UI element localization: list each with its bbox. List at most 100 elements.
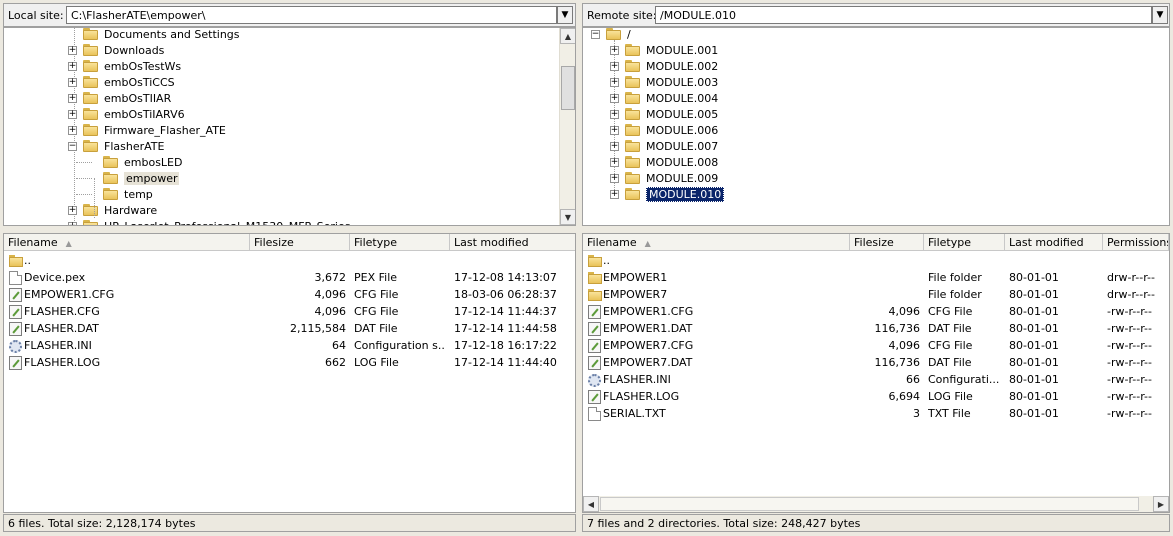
scroll-thumb[interactable]	[561, 66, 575, 110]
cell-modified: 80-01-01	[1009, 390, 1059, 403]
expand-icon[interactable]: +	[68, 93, 77, 103]
remote-site-dropdown-button[interactable]: ▼	[1152, 6, 1168, 24]
folder-icon	[83, 204, 99, 216]
expand-icon[interactable]: +	[610, 61, 619, 71]
column-header-filesize[interactable]: Filesize	[250, 234, 350, 251]
tree-item[interactable]: + MODULE.009	[610, 170, 718, 186]
scroll-thumb[interactable]	[600, 497, 1139, 511]
file-row[interactable]: EMPOWER1.DAT 116,736 DAT File 80-01-01 -rw-r…	[583, 320, 1169, 337]
tree-item[interactable]: + MODULE.001	[610, 42, 718, 58]
column-header-filesize[interactable]: Filesize	[850, 234, 924, 251]
file-row[interactable]: FLASHER.CFG 4,096 CFG File 17-12-14 11:44:3…	[4, 303, 575, 320]
tree-item[interactable]: − FlasherATE	[68, 138, 164, 154]
column-header-filename[interactable]: Filename ▲	[4, 234, 250, 251]
file-row[interactable]: FLASHER.LOG 6,694 LOG File 80-01-01 -rw-r--r…	[583, 388, 1169, 405]
file-row[interactable]: FLASHER.DAT 2,115,584 DAT File 17-12-14 11:…	[4, 320, 575, 337]
column-header-label: Filetype	[354, 236, 397, 249]
tree-item[interactable]: embosLED	[88, 154, 182, 170]
file-row[interactable]: EMPOWER7 File folder 80-01-01 drw-r--r--	[583, 286, 1169, 303]
column-header-permissions[interactable]: Permissions	[1103, 234, 1169, 251]
expand-icon[interactable]: +	[68, 109, 77, 119]
tree-item[interactable]: + MODULE.004	[610, 90, 718, 106]
tree-item[interactable]: + Firmware_Flasher_ATE	[68, 122, 226, 138]
file-row[interactable]: FLASHER.LOG 662 LOG File 17-12-14 11:44:40	[4, 354, 575, 371]
expand-icon[interactable]: +	[610, 93, 619, 103]
tree-item[interactable]: + MODULE.003	[610, 74, 718, 90]
tree-item[interactable]: + HP_LaserJet_Professional_M1530_MFP_Seri…	[68, 218, 351, 225]
expand-icon[interactable]: +	[68, 205, 77, 215]
local-tree-scrollbar[interactable]: ▲ ▼	[559, 28, 575, 225]
tree-item[interactable]: + embOsTestWs	[68, 58, 181, 74]
tree-item[interactable]: + MODULE.007	[610, 138, 718, 154]
file-row[interactable]: EMPOWER1.CFG 4,096 CFG File 80-01-01 -rw-r--…	[583, 303, 1169, 320]
cell-filetype: LOG File	[928, 390, 973, 403]
local-site-dropdown-button[interactable]: ▼	[557, 6, 573, 24]
tree-item-label: /	[627, 27, 631, 41]
tree-item[interactable]: + MODULE.006	[610, 122, 718, 138]
column-header-filetype[interactable]: Filetype	[924, 234, 1005, 251]
file-row[interactable]: SERIAL.TXT 3 TXT File 80-01-01 -rw-r--r--	[583, 405, 1169, 422]
tree-item[interactable]: + MODULE.002	[610, 58, 718, 74]
expand-icon[interactable]: +	[610, 45, 619, 55]
file-row[interactable]: EMPOWER7.DAT 116,736 DAT File 80-01-01 -rw-r…	[583, 354, 1169, 371]
tree-item[interactable]: temp	[88, 186, 153, 202]
collapse-icon[interactable]: −	[591, 29, 600, 39]
expand-icon[interactable]: +	[610, 157, 619, 167]
local-status-bar: 6 files. Total size: 2,128,174 bytes	[3, 514, 576, 532]
scroll-down-icon[interactable]: ▼	[560, 209, 575, 225]
tree-item[interactable]: + MODULE.010	[610, 186, 725, 202]
tree-item-label: MODULE.007	[646, 139, 719, 153]
column-header-filename[interactable]: Filename ▲	[583, 234, 850, 251]
remote-list-hscrollbar[interactable]: ◀ ▶	[583, 496, 1169, 512]
file-row[interactable]: EMPOWER1.CFG 4,096 CFG File 18-03-06 06:28:…	[4, 286, 575, 303]
tree-item[interactable]: + embOsTiIARV6	[68, 106, 185, 122]
collapse-icon[interactable]: −	[68, 141, 77, 151]
tree-item[interactable]: + MODULE.008	[610, 154, 718, 170]
tree-item-label: MODULE.006	[646, 123, 719, 137]
folder-icon	[625, 188, 641, 200]
local-tree: Documents and Settings + Downloads + embOsTe…	[3, 27, 576, 226]
tree-item-label: embOsTIIAR	[104, 91, 172, 105]
column-header-modified[interactable]: Last modified	[450, 234, 575, 251]
expand-icon[interactable]: +	[610, 189, 619, 199]
cell-permissions: -rw-r--r--	[1107, 322, 1152, 335]
remote-site-path-input[interactable]: /MODULE.010	[655, 6, 1152, 24]
tree-item[interactable]: + Hardware	[68, 202, 157, 218]
expand-icon[interactable]: +	[68, 77, 77, 87]
cell-filesize: 4,096	[314, 288, 347, 301]
tree-item[interactable]: empower	[88, 170, 180, 186]
file-row[interactable]: FLASHER.INI 66 Configurati... 80-01-01 -rw-r…	[583, 371, 1169, 388]
scroll-up-icon[interactable]: ▲	[560, 28, 575, 44]
file-row[interactable]: ..	[4, 252, 575, 269]
expand-icon[interactable]: +	[68, 61, 77, 71]
file-row[interactable]: ..	[583, 252, 1169, 269]
expand-icon[interactable]: +	[610, 141, 619, 151]
cell-permissions	[1107, 252, 1165, 269]
tree-item-label: embosLED	[124, 155, 183, 169]
expand-icon[interactable]: +	[610, 109, 619, 119]
tree-item[interactable]: Documents and Settings	[68, 28, 240, 42]
tree-item[interactable]: + MODULE.005	[610, 106, 718, 122]
expand-icon[interactable]: +	[610, 125, 619, 135]
file-row[interactable]: EMPOWER1 File folder 80-01-01 drw-r--r--	[583, 269, 1169, 286]
file-row[interactable]: EMPOWER7.CFG 4,096 CFG File 80-01-01 -rw-r--…	[583, 337, 1169, 354]
column-header-modified[interactable]: Last modified	[1005, 234, 1103, 251]
expand-icon[interactable]: +	[68, 221, 77, 225]
expand-icon[interactable]: +	[610, 173, 619, 183]
tree-item[interactable]: + embOsTiCCS	[68, 74, 175, 90]
column-header-filetype[interactable]: Filetype	[350, 234, 450, 251]
tree-item-root[interactable]: − /	[591, 27, 631, 42]
cell-filename: EMPOWER1.CFG	[603, 305, 694, 318]
expand-icon[interactable]: +	[68, 125, 77, 135]
tree-item[interactable]: + embOsTIIAR	[68, 90, 171, 106]
expand-icon[interactable]: +	[610, 77, 619, 87]
file-row[interactable]: FLASHER.INI 64 Configuration s... 17-12-18 …	[4, 337, 575, 354]
cell-modified: 18-03-06 06:28:37	[454, 288, 557, 301]
file-row[interactable]: Device.pex 3,672 PEX File 17-12-08 14:13:07	[4, 269, 575, 286]
tree-item[interactable]: + Downloads	[68, 42, 164, 58]
expand-icon[interactable]: +	[68, 45, 77, 55]
scroll-right-icon[interactable]: ▶	[1153, 496, 1169, 512]
local-site-path-input[interactable]: C:\FlasherATE\empower\	[66, 6, 557, 24]
scroll-left-icon[interactable]: ◀	[583, 496, 599, 512]
cell-filename: FLASHER.INI	[603, 373, 671, 386]
